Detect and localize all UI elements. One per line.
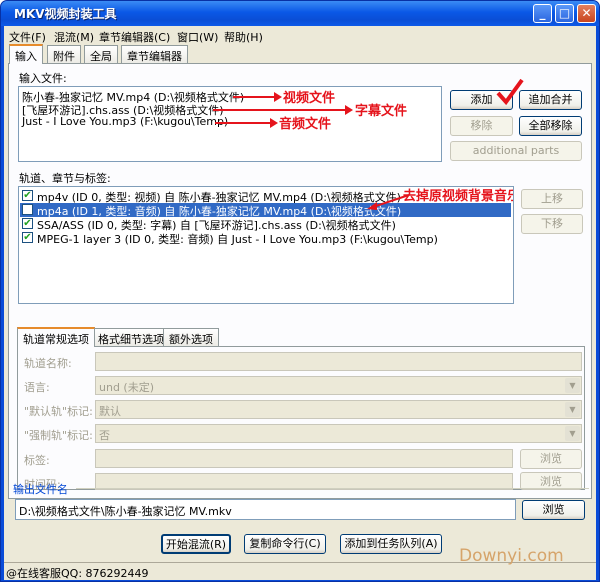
- tab-format-options[interactable]: 格式细节选项: [92, 328, 170, 346]
- track-options-panel: 轨道名称: 语言: und (未定) ▼ "默认轨"标记: 默认 ▼ "强制轨"…: [17, 346, 585, 491]
- track-name-field[interactable]: [95, 352, 582, 371]
- window-title: MKV视频封装工具: [14, 7, 117, 21]
- status-bar: @在线客服QQ: 876292449 Downyi.com: [4, 546, 596, 580]
- close-button[interactable]: ✕: [577, 4, 596, 23]
- annotation-video: 视频文件: [283, 91, 336, 106]
- copy-command-button[interactable]: 复制命令行(C): [244, 534, 326, 554]
- title-bar[interactable]: MKV视频封装工具 _ □ ✕: [1, 1, 599, 26]
- menu-bar: 文件(F) 混流(M) 章节编辑器(C) 窗口(W) 帮助(H): [4, 26, 596, 45]
- menu-chapter-editor[interactable]: 章节编辑器(C): [99, 29, 170, 45]
- default-flag-value: 默认: [99, 405, 121, 418]
- output-label: 输出文件名: [13, 483, 68, 496]
- tab-chapter-editor[interactable]: 章节编辑器: [121, 45, 188, 63]
- output-filename-input[interactable]: D:\视频格式文件\陈小春-独家记忆 MV.mkv: [15, 499, 516, 520]
- input-files-list[interactable]: 陈小春-独家记忆 MV.mp4 (D:\视频格式文件) [飞屋环游记].chs.…: [18, 86, 442, 162]
- status-text: @在线客服QQ: 876292449: [6, 567, 149, 580]
- add-to-queue-button[interactable]: 添加到任务队列(A): [340, 534, 442, 554]
- tracks-list[interactable]: ✔ mp4v (ID 0, 类型: 视频) 自 陈小春-独家记忆 MV.mp4 …: [18, 186, 514, 304]
- annotation-remove-bg-music: 去掉原视频背景音乐: [403, 189, 514, 204]
- menu-file[interactable]: 文件(F): [9, 29, 46, 45]
- track-row[interactable]: ✔ SSA/ASS (ID 0, 类型: 字幕) 自 [飞屋环游记].chs.a…: [20, 217, 511, 232]
- move-up-button[interactable]: 上移: [521, 189, 583, 209]
- chevron-down-icon: ▼: [565, 378, 580, 393]
- client-area: 文件(F) 混流(M) 章节编辑器(C) 窗口(W) 帮助(H) 输入 附件 全…: [4, 26, 596, 580]
- annotation-subtitle: 字幕文件: [355, 104, 408, 119]
- chevron-down-icon: ▼: [565, 426, 580, 441]
- language-select[interactable]: und (未定) ▼: [95, 376, 582, 395]
- tags-browse-button[interactable]: 浏览: [520, 449, 582, 469]
- remove-all-button[interactable]: 全部移除: [519, 116, 582, 136]
- input-files-label: 输入文件:: [19, 72, 67, 85]
- tab-extra-options[interactable]: 额外选项: [163, 328, 219, 346]
- language-value: und (未定): [99, 381, 155, 394]
- app-window: MKV视频封装工具 _ □ ✕ 文件(F) 混流(M) 章节编辑器(C) 窗口(…: [0, 0, 600, 582]
- tab-general-options[interactable]: 轨道常规选项: [17, 327, 95, 347]
- group-divider: [76, 488, 589, 489]
- additional-parts-button[interactable]: additional parts: [450, 141, 582, 161]
- move-down-button[interactable]: 下移: [521, 214, 583, 234]
- watermark-logo: Downyi.com: [459, 546, 564, 566]
- start-mux-button[interactable]: 开始混流(R): [161, 534, 231, 554]
- default-flag-label: "默认轨"标记:: [24, 405, 93, 418]
- language-label: 语言:: [24, 381, 50, 394]
- output-browse-button[interactable]: 浏览: [522, 500, 585, 520]
- annotation-arrow: [213, 105, 353, 115]
- track-checkbox[interactable]: ✔: [22, 232, 33, 243]
- track-row[interactable]: ✔ MPEG-1 layer 3 (ID 0, 类型: 音频) 自 Just -…: [20, 231, 511, 246]
- menu-help[interactable]: 帮助(H): [224, 29, 263, 45]
- track-row-selected[interactable]: mp4a (ID 1, 类型: 音频) 自 陈小春-独家记忆 MV.mp4 (D…: [20, 203, 511, 218]
- append-button[interactable]: 追加合并: [519, 90, 582, 110]
- track-name-label: 轨道名称:: [24, 357, 72, 370]
- minimize-button[interactable]: _: [533, 4, 552, 23]
- annotation-arrow: [215, 118, 278, 128]
- remove-button[interactable]: 移除: [450, 116, 513, 136]
- tab-global[interactable]: 全局: [84, 45, 118, 63]
- annotation-audio: 音频文件: [279, 117, 332, 132]
- track-checkbox[interactable]: ✔: [22, 218, 33, 229]
- default-flag-select[interactable]: 默认 ▼: [95, 400, 582, 419]
- tags-label: 标签:: [24, 454, 50, 467]
- tab-input[interactable]: 输入: [9, 44, 43, 64]
- tab-attachments[interactable]: 附件: [47, 45, 81, 63]
- menu-window[interactable]: 窗口(W): [177, 29, 218, 45]
- tags-field[interactable]: [95, 449, 513, 468]
- forced-flag-label: "强制轨"标记:: [24, 429, 93, 442]
- tracks-label: 轨道、章节与标签:: [19, 172, 111, 185]
- chevron-down-icon: ▼: [565, 402, 580, 417]
- track-label: MPEG-1 layer 3 (ID 0, 类型: 音频) 自 Just - I…: [37, 233, 438, 246]
- input-panel: 输入文件: 陈小春-独家记忆 MV.mp4 (D:\视频格式文件) [飞屋环游记…: [8, 63, 592, 499]
- track-checkbox[interactable]: [22, 204, 33, 215]
- forced-flag-value: 否: [99, 429, 110, 442]
- menu-mux[interactable]: 混流(M): [54, 29, 94, 45]
- maximize-button[interactable]: □: [555, 4, 574, 23]
- track-checkbox[interactable]: ✔: [22, 190, 33, 201]
- input-file-item[interactable]: Just - I Love You.mp3 (F:\kugou\Temp): [22, 115, 228, 128]
- forced-flag-select[interactable]: 否 ▼: [95, 424, 582, 443]
- annotation-arrow: [233, 92, 282, 102]
